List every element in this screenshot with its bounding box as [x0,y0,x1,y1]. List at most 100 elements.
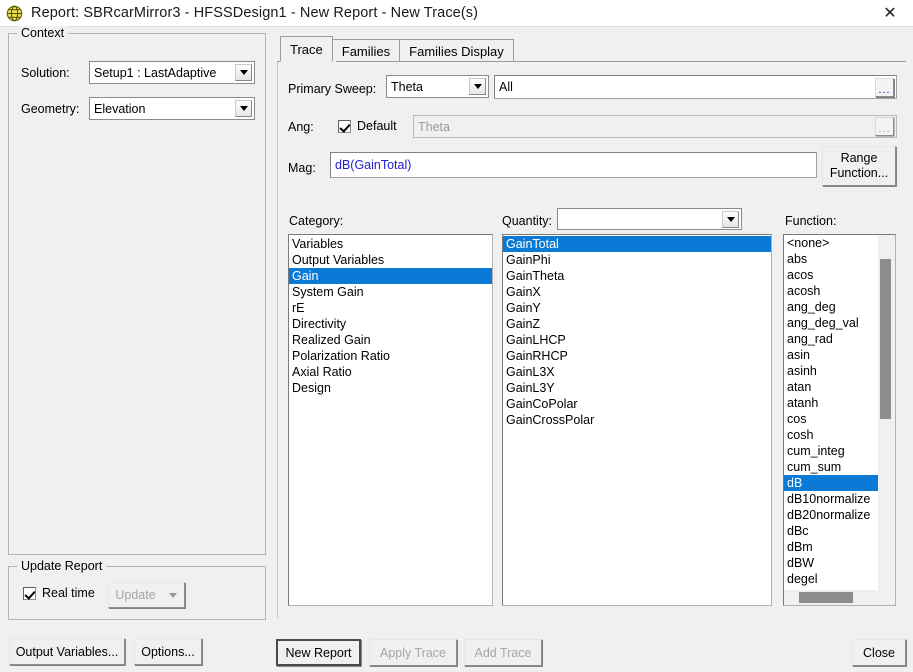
list-item[interactable]: ang_deg_val [784,315,878,331]
title-bar: Report: SBRcarMirror3 - HFSSDesign1 - Ne… [0,0,913,26]
list-item[interactable]: acosh [784,283,878,299]
list-item[interactable]: Variables [289,236,492,252]
category-label: Category: [289,214,344,228]
list-item[interactable]: rE [289,300,492,316]
list-item[interactable]: dBc [784,523,878,539]
sweep-range-field[interactable]: All ... [494,75,897,99]
chevron-down-icon[interactable] [469,78,486,95]
mag-expression-field[interactable]: dB(GainTotal) [330,152,817,178]
range-function-button[interactable]: Range Function... [822,146,896,186]
ang-label: Ang: [288,120,314,134]
list-item[interactable]: Directivity [289,316,492,332]
ang-field: Theta ... [413,115,897,138]
tab-families[interactable]: Families [331,39,401,62]
apply-trace-button: Apply Trace [369,639,457,666]
list-item[interactable]: dB20normalize [784,507,878,523]
function-listbox[interactable]: <none> abs acos acosh ang_deg ang_deg_va… [784,235,878,590]
new-report-button[interactable]: New Report [276,639,361,666]
chevron-down-icon[interactable] [722,210,739,228]
function-label: Function: [785,214,837,228]
ang-value: Theta [418,119,450,134]
list-item[interactable]: Gain [289,268,492,284]
sweep-range-browse-button[interactable]: ... [875,77,894,97]
realtime-label: Real time [42,586,95,600]
tab-trace[interactable]: Trace [280,36,333,62]
list-item[interactable]: acos [784,267,878,283]
list-item[interactable]: atan [784,379,878,395]
output-variables-button[interactable]: Output Variables... [9,638,125,665]
list-item[interactable]: System Gain [289,284,492,300]
list-item[interactable]: GainCrossPolar [503,412,771,428]
quantity-label: Quantity: [502,214,553,228]
update-button-label: Update [115,588,156,602]
list-item[interactable]: cosh [784,427,878,443]
list-item[interactable]: GainTotal [503,236,771,252]
geometry-combobox[interactable]: Elevation [89,97,255,120]
list-item[interactable]: dB10normalize [784,491,878,507]
list-item[interactable]: Output Variables [289,252,492,268]
close-icon[interactable]: ✕ [867,0,913,26]
sweep-range-value: All [499,80,513,94]
tab-families-display[interactable]: Families Display [399,39,514,62]
geometry-value: Elevation [94,101,146,116]
window-title: Report: SBRcarMirror3 - HFSSDesign1 - Ne… [31,5,479,21]
checkbox-box[interactable] [23,586,36,600]
category-listbox[interactable]: Variables Output Variables Gain System G… [288,234,493,606]
quantity-listbox[interactable]: GainTotal GainPhi GainTheta GainX GainY … [502,234,772,606]
list-item[interactable]: GainTheta [503,268,771,284]
context-group-label: Context [17,26,69,40]
geometry-label: Geometry: [21,102,80,116]
solution-combobox[interactable]: Setup1 : LastAdaptive [89,61,255,84]
list-item[interactable]: GainZ [503,316,771,332]
list-item[interactable]: dB [784,475,878,491]
chevron-down-icon[interactable] [235,64,252,81]
list-item[interactable]: dBm [784,539,878,555]
chevron-down-icon[interactable] [235,100,252,117]
function-vertical-scrollbar[interactable] [878,235,893,590]
ang-browse-button: ... [875,117,894,136]
list-item[interactable]: Axial Ratio [289,364,492,380]
list-item[interactable]: ang_rad [784,331,878,347]
list-item[interactable]: Polarization Ratio [289,348,492,364]
mag-expression-value: dB(GainTotal) [335,158,412,172]
list-item[interactable]: ang_deg [784,299,878,315]
list-item[interactable]: atanh [784,395,878,411]
update-button: Update [108,582,185,608]
ang-default-label: Default [357,119,397,133]
list-item[interactable]: GainPhi [503,252,771,268]
scrollbar-thumb[interactable] [799,592,853,603]
list-item[interactable]: GainL3Y [503,380,771,396]
list-item[interactable]: GainLHCP [503,332,771,348]
list-item[interactable]: GainX [503,284,771,300]
scrollbar-thumb[interactable] [880,259,891,419]
quantity-filter-combobox[interactable] [557,208,742,230]
list-item[interactable]: GainCoPolar [503,396,771,412]
list-item[interactable]: asin [784,347,878,363]
list-item[interactable]: Design [289,380,492,396]
range-function-line1: Range [840,151,878,165]
list-item[interactable]: dBW [784,555,878,571]
primary-sweep-combobox[interactable]: Theta [386,75,489,98]
list-item[interactable]: Realized Gain [289,332,492,348]
list-item[interactable]: degel [784,571,878,587]
quantity-list: GainTotal GainPhi GainTheta GainX GainY … [503,235,771,428]
checkbox-box[interactable] [338,119,351,133]
list-item[interactable]: GainY [503,300,771,316]
list-item[interactable]: cum_sum [784,459,878,475]
solution-value: Setup1 : LastAdaptive [94,65,217,80]
list-item[interactable]: <none> [784,235,878,251]
list-item[interactable]: cos [784,411,878,427]
context-group: Context Solution: Setup1 : LastAdaptive … [8,26,266,555]
function-horizontal-scrollbar[interactable] [784,590,895,605]
list-item[interactable]: GainRHCP [503,348,771,364]
list-item[interactable]: cum_integ [784,443,878,459]
ang-default-checkbox[interactable]: Default [338,119,397,133]
update-report-group-label: Update Report [17,559,107,573]
close-button[interactable]: Close [852,639,906,666]
options-button[interactable]: Options... [134,638,202,665]
update-report-group: Update Report Real time Update [8,559,266,620]
list-item[interactable]: asinh [784,363,878,379]
realtime-checkbox[interactable]: Real time [23,586,95,600]
list-item[interactable]: abs [784,251,878,267]
list-item[interactable]: GainL3X [503,364,771,380]
